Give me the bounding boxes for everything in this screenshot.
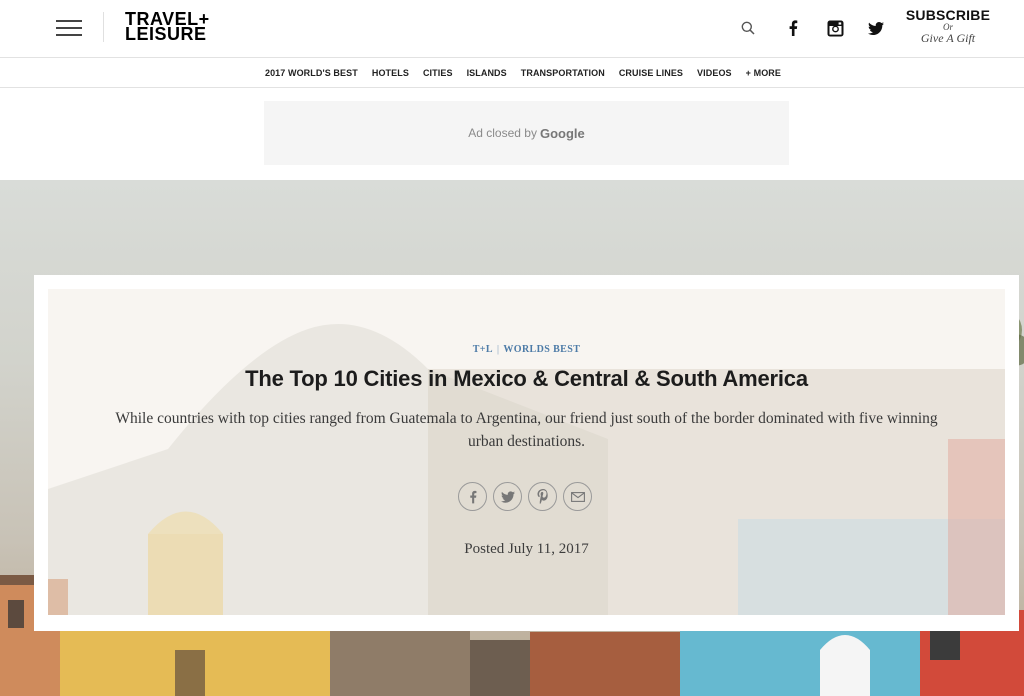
nav-item-cities[interactable]: CITIES bbox=[423, 68, 453, 78]
or-label: Or bbox=[942, 22, 953, 32]
ad-brand: Google bbox=[539, 125, 585, 141]
share-pinterest-icon[interactable] bbox=[528, 482, 557, 511]
kicker-separator: | bbox=[496, 344, 500, 355]
ad-closed-text: Ad closed by bbox=[468, 126, 537, 140]
logo-line-2: LEISURE bbox=[125, 24, 207, 44]
article-dek: While countries with top cities ranged f… bbox=[115, 410, 938, 450]
share-email-icon[interactable] bbox=[563, 482, 592, 511]
article-header: T+L | WORLDS BEST The Top 10 Cities in Mex… bbox=[48, 289, 1005, 615]
article-card-frame: T+L | WORLDS BEST The Top 10 Cities in Mex… bbox=[34, 275, 1019, 631]
nav-item-islands[interactable]: ISLANDS bbox=[467, 68, 507, 78]
site-header: TRAVEL+ LEISURE SUBSCRIBE Or Give A Gift bbox=[0, 0, 1024, 58]
ad-slot: Ad closed by Google bbox=[264, 101, 789, 165]
twitter-icon[interactable] bbox=[865, 17, 887, 39]
search-icon[interactable] bbox=[737, 17, 759, 39]
kicker-brand[interactable]: T+L bbox=[473, 344, 493, 355]
menu-icon[interactable] bbox=[56, 17, 84, 39]
category-nav: 2017 WORLD'S BEST HOTELS CITIES ISLANDS … bbox=[0, 58, 1024, 88]
posted-date: Posted July 11, 2017 bbox=[464, 541, 589, 557]
nav-item-cruise-lines[interactable]: CRUISE LINES bbox=[619, 68, 683, 78]
share-twitter-icon[interactable] bbox=[493, 482, 522, 511]
share-buttons bbox=[458, 482, 592, 511]
article-card: T+L | WORLDS BEST The Top 10 Cities in Mex… bbox=[48, 289, 1005, 615]
subscribe-button[interactable]: SUBSCRIBE Or Give A Gift bbox=[904, 7, 992, 46]
header-divider bbox=[103, 12, 104, 42]
nav-item-hotels[interactable]: HOTELS bbox=[372, 68, 409, 78]
facebook-icon[interactable] bbox=[782, 17, 804, 39]
site-logo[interactable]: TRAVEL+ LEISURE bbox=[125, 10, 210, 44]
nav-item-transportation[interactable]: TRANSPORTATION bbox=[521, 68, 605, 78]
nav-item-worlds-best[interactable]: 2017 WORLD'S BEST bbox=[265, 68, 358, 78]
give-gift-link[interactable]: Give A Gift bbox=[904, 31, 992, 46]
kicker-section[interactable]: WORLDS BEST bbox=[503, 344, 580, 355]
nav-item-more[interactable]: + MORE bbox=[746, 68, 781, 78]
article-title: The Top 10 Cities in Mexico & Central & … bbox=[245, 366, 808, 391]
subscribe-label: SUBSCRIBE bbox=[905, 7, 991, 23]
instagram-icon[interactable] bbox=[824, 17, 846, 39]
nav-item-videos[interactable]: VIDEOS bbox=[697, 68, 732, 78]
share-facebook-icon[interactable] bbox=[458, 482, 487, 511]
article-kicker: T+L | WORLDS BEST bbox=[48, 344, 1005, 355]
hero-image: T+L | WORLDS BEST The Top 10 Cities in Mex… bbox=[0, 180, 1024, 696]
